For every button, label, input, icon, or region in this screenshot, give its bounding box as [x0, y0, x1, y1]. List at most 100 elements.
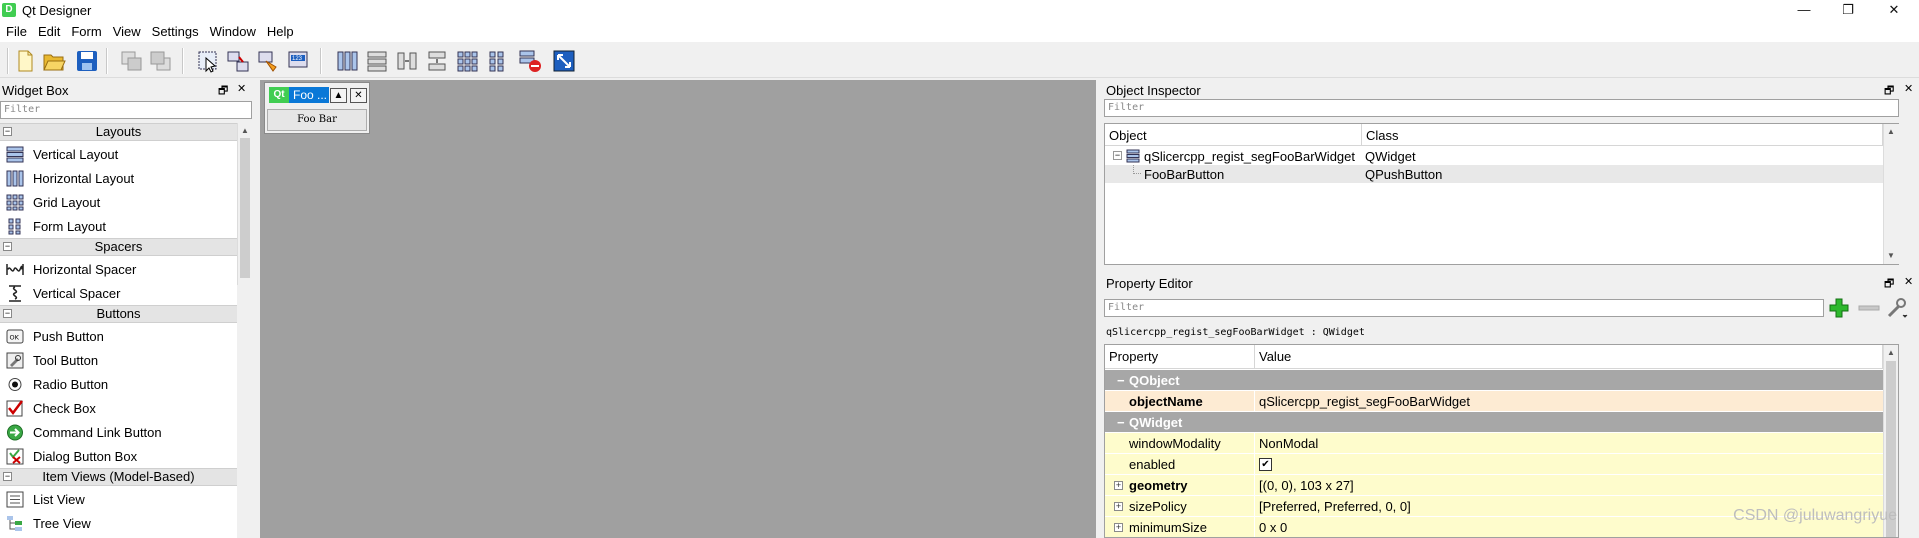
widget-horizontal-spacer[interactable]: Horizontal Spacer: [0, 257, 237, 281]
scroll-up-icon[interactable]: ▲: [241, 126, 249, 135]
column-header-value[interactable]: Value: [1255, 345, 1883, 369]
add-dynamic-property-icon[interactable]: [1828, 297, 1850, 319]
close-dock-icon[interactable]: ✕: [1904, 275, 1913, 288]
lay-out-vertically-icon[interactable]: [365, 49, 389, 73]
scrollbar-thumb[interactable]: [240, 138, 250, 278]
close-window-button[interactable]: ✕: [1871, 0, 1917, 20]
edit-widgets-icon[interactable]: [196, 49, 220, 73]
radio-button-icon: [8, 378, 22, 391]
vertical-layout-icon: [6, 146, 24, 163]
tree-row-child[interactable]: FooBarButton QPushButton: [1105, 165, 1883, 183]
edit-tab-order-icon[interactable]: 123: [287, 49, 311, 73]
float-dock-icon[interactable]: 🗗: [218, 82, 228, 101]
object-tree: Object Class − qSlicercpp_regist_segFooB…: [1104, 123, 1899, 265]
foo-bar-button[interactable]: Foo Bar: [267, 109, 367, 131]
menu-window[interactable]: Window: [204, 20, 261, 39]
category-item-views[interactable]: − Item Views (Model-Based): [0, 468, 237, 486]
widget-horizontal-layout[interactable]: Horizontal Layout: [0, 166, 237, 190]
svg-text:OK: OK: [10, 334, 20, 342]
widget-grid-layout[interactable]: Grid Layout: [0, 190, 237, 214]
edit-buddies-icon[interactable]: [257, 49, 281, 73]
column-header-property[interactable]: Property: [1105, 345, 1255, 369]
subwindow-titlebar[interactable]: Qt Foo ... ▲ ✕: [267, 85, 367, 105]
widget-box-scrollbar[interactable]: ▲: [237, 123, 252, 285]
close-dock-icon[interactable]: ✕: [1904, 82, 1913, 95]
collapse-icon[interactable]: −: [3, 309, 12, 318]
expand-icon[interactable]: +: [1114, 502, 1123, 511]
widget-vertical-layout[interactable]: Vertical Layout: [0, 142, 237, 166]
property-group-qobject[interactable]: − QObject: [1105, 370, 1898, 391]
lay-out-horizontally-icon[interactable]: [335, 49, 359, 73]
maximize-button[interactable]: ❐: [1825, 0, 1871, 20]
menu-edit[interactable]: Edit: [32, 20, 65, 39]
form-subwindow[interactable]: Qt Foo ... ▲ ✕ Foo Bar: [264, 82, 370, 134]
send-to-back-icon[interactable]: [120, 49, 144, 73]
remove-dynamic-property-icon[interactable]: [1858, 300, 1880, 316]
expand-icon[interactable]: +: [1114, 481, 1123, 490]
collapse-icon[interactable]: −: [1113, 151, 1122, 160]
menu-settings[interactable]: Settings: [146, 20, 204, 39]
lay-out-in-grid-icon[interactable]: [455, 49, 479, 73]
title-bar: D Qt Designer — ❐ ✕: [0, 0, 1919, 20]
object-tree-scrollbar[interactable]: ▲ ▼: [1883, 124, 1899, 264]
configure-wrench-icon[interactable]: [1886, 297, 1908, 319]
lay-out-vertical-splitter-icon[interactable]: [425, 49, 449, 73]
menu-file[interactable]: File: [0, 20, 32, 39]
widget-form-layout[interactable]: Form Layout: [0, 214, 237, 238]
category-buttons[interactable]: − Buttons: [0, 305, 237, 323]
widget-push-button[interactable]: OK Push Button: [0, 324, 237, 348]
check-box-icon: [6, 400, 23, 417]
form-layout-icon: [8, 218, 21, 235]
menu-view[interactable]: View: [107, 20, 146, 39]
widget-list-view[interactable]: List View: [0, 487, 237, 511]
widget-tree-view[interactable]: Tree View: [0, 511, 237, 535]
widget-command-link-button[interactable]: Command Link Button: [0, 420, 237, 444]
category-layouts[interactable]: − Layouts: [0, 123, 237, 141]
collapse-icon[interactable]: −: [1117, 373, 1125, 388]
widget-dialog-button-box[interactable]: Dialog Button Box: [0, 444, 237, 468]
save-icon[interactable]: [75, 49, 99, 73]
column-header-object[interactable]: Object: [1105, 124, 1362, 146]
bring-to-front-icon[interactable]: [149, 49, 173, 73]
collapse-icon[interactable]: −: [3, 127, 12, 136]
tree-row-root[interactable]: − qSlicercpp_regist_segFooBarWidget QWid…: [1105, 147, 1883, 165]
property-row-objectname[interactable]: objectName qSlicercpp_regist_segFooBarWi…: [1105, 391, 1898, 412]
new-file-icon[interactable]: [13, 49, 37, 73]
object-inspector-filter-input[interactable]: Filter: [1104, 99, 1899, 117]
float-dock-icon[interactable]: 🗗: [1884, 275, 1894, 294]
scroll-up-icon[interactable]: ▲: [1887, 127, 1895, 136]
property-row-enabled[interactable]: enabled ✔: [1105, 454, 1898, 475]
open-folder-icon[interactable]: [42, 49, 66, 73]
widget-radio-button[interactable]: Radio Button: [0, 372, 237, 396]
minimize-button[interactable]: —: [1781, 0, 1827, 20]
collapse-icon[interactable]: −: [1117, 415, 1125, 430]
menu-help[interactable]: Help: [261, 20, 299, 39]
menu-form[interactable]: Form: [65, 20, 106, 39]
property-editor-filter-input[interactable]: Filter: [1104, 299, 1824, 317]
scroll-down-icon[interactable]: ▼: [1887, 251, 1895, 260]
widget-check-box[interactable]: Check Box: [0, 396, 237, 420]
collapse-icon[interactable]: −: [3, 472, 12, 481]
category-spacers[interactable]: − Spacers: [0, 238, 237, 256]
break-layout-icon[interactable]: [518, 49, 542, 73]
widget-vertical-spacer[interactable]: Vertical Spacer: [0, 281, 237, 305]
column-divider: [1254, 496, 1255, 517]
property-row-windowmodality[interactable]: windowModality NonModal: [1105, 433, 1898, 454]
collapse-icon[interactable]: −: [3, 242, 12, 251]
widget-box-filter-input[interactable]: Filter: [0, 101, 252, 119]
scroll-up-icon[interactable]: ▲: [1887, 348, 1895, 357]
column-header-class[interactable]: Class: [1362, 124, 1883, 146]
expand-icon[interactable]: +: [1114, 523, 1123, 532]
edit-signals-slots-icon[interactable]: [226, 49, 250, 73]
enabled-checkbox[interactable]: ✔: [1259, 458, 1272, 471]
property-row-geometry[interactable]: + geometry [(0, 0), 103 x 27]: [1105, 475, 1898, 496]
property-group-qwidget[interactable]: − QWidget: [1105, 412, 1898, 433]
lay-out-horizontal-splitter-icon[interactable]: [395, 49, 419, 73]
close-dock-icon[interactable]: ✕: [237, 82, 246, 95]
lay-out-in-form-icon[interactable]: [485, 49, 509, 73]
adjust-size-icon[interactable]: [552, 49, 576, 73]
widget-tool-button[interactable]: Tool Button: [0, 348, 237, 372]
grid-layout-icon: [6, 194, 24, 211]
close-subwindow-icon[interactable]: ✕: [350, 88, 367, 103]
maximize-subwindow-icon[interactable]: ▲: [330, 88, 347, 103]
